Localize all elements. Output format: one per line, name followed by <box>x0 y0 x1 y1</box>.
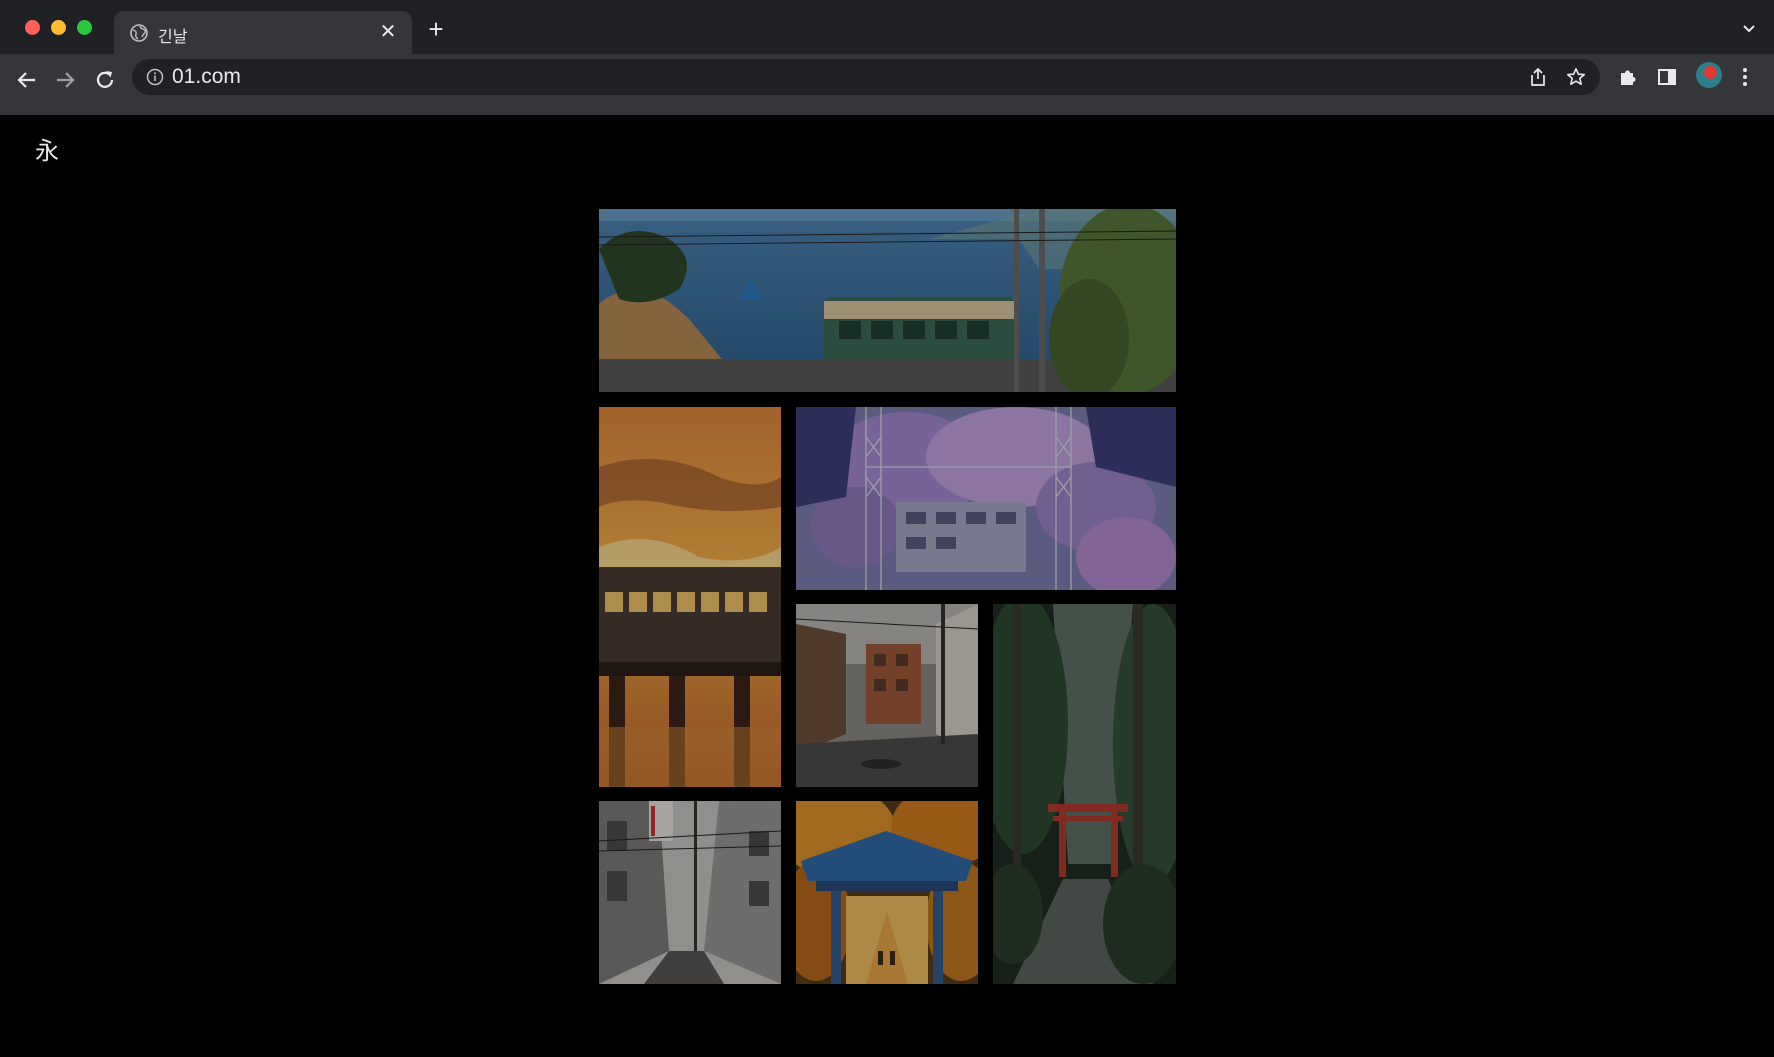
close-icon[interactable]: ✕ <box>378 22 398 42</box>
photo-coastal-tram[interactable] <box>599 209 1176 392</box>
temple-gate-autumn-image <box>796 801 978 984</box>
url-text: 01.com <box>172 65 241 88</box>
photo-temple-gate-autumn[interactable] <box>796 801 978 984</box>
kebab-menu-icon[interactable] <box>1733 65 1757 89</box>
browser-chrome: 긴날 ✕ + 01.com <box>0 0 1774 115</box>
photo-street-corner[interactable] <box>796 604 978 787</box>
side-panel-icon[interactable] <box>1655 65 1679 89</box>
narrow-alley-image <box>599 801 781 984</box>
photo-narrow-alley[interactable] <box>599 801 781 984</box>
back-arrow-icon[interactable] <box>12 65 42 95</box>
toolbar: 01.com <box>0 54 1774 115</box>
reload-icon[interactable] <box>90 65 120 95</box>
site-logo[interactable]: 永 <box>35 131 59 166</box>
forward-arrow-icon[interactable] <box>50 65 80 95</box>
sunset-bus-bridge-image <box>599 407 781 787</box>
zoom-window-button[interactable] <box>77 20 92 35</box>
photo-forest-torii[interactable] <box>993 604 1176 984</box>
puzzle-icon[interactable] <box>1616 65 1640 89</box>
address-bar[interactable]: 01.com <box>132 59 1600 95</box>
close-window-button[interactable] <box>25 20 40 35</box>
minimize-window-button[interactable] <box>51 20 66 35</box>
active-tab[interactable]: 긴날 ✕ <box>114 11 412 54</box>
window-controls <box>25 20 92 35</box>
tab-title: 긴날 <box>158 27 188 46</box>
globe-icon <box>130 24 148 42</box>
star-icon[interactable] <box>1566 67 1586 87</box>
chevron-down-icon[interactable] <box>1742 22 1756 36</box>
plus-icon[interactable]: + <box>423 16 449 42</box>
forest-torii-image <box>993 604 1176 984</box>
photo-sunset-bus-bridge[interactable] <box>599 407 781 787</box>
photo-wisteria-station[interactable] <box>796 407 1176 590</box>
street-corner-image <box>796 604 978 787</box>
page-content: 永 <box>0 115 1774 1057</box>
tab-strip: 긴날 ✕ + <box>0 0 1774 54</box>
wisteria-station-image <box>796 407 1176 590</box>
info-icon[interactable] <box>146 68 164 86</box>
share-icon[interactable] <box>1528 67 1548 87</box>
avatar[interactable] <box>1696 62 1722 88</box>
coastal-tram-image <box>599 209 1176 392</box>
